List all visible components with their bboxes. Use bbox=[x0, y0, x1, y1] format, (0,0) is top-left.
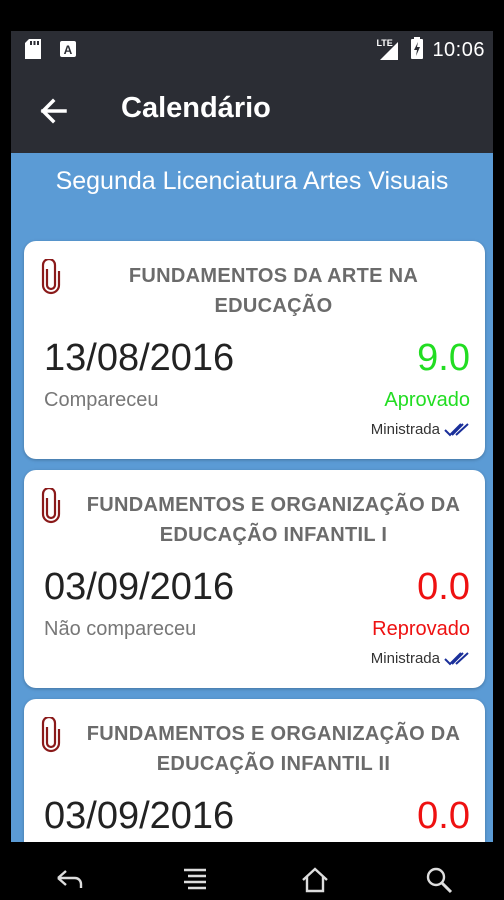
double-check-icon bbox=[444, 651, 469, 665]
paperclip-icon bbox=[41, 717, 61, 753]
paperclip-icon bbox=[41, 488, 61, 524]
double-check-icon bbox=[444, 422, 469, 436]
card-ministrada: Ministrada bbox=[371, 650, 470, 667]
app-bar: Calendário bbox=[11, 67, 493, 153]
nav-search-button[interactable] bbox=[424, 866, 454, 894]
nav-home-button[interactable] bbox=[300, 866, 330, 894]
card-date: 03/09/2016 bbox=[44, 566, 235, 608]
system-nav-bar bbox=[0, 858, 504, 900]
card-status: Aprovado bbox=[384, 389, 470, 411]
nav-back-button[interactable] bbox=[55, 866, 85, 894]
calendar-card[interactable]: FUNDAMENTOS E ORGANIZAÇÃO DA EDUCAÇÃO IN… bbox=[24, 470, 485, 688]
card-attendance: Compareceu bbox=[44, 389, 159, 411]
signal-icon: LTE bbox=[376, 37, 402, 62]
a-notification-icon: A bbox=[59, 39, 77, 59]
network-type: LTE bbox=[376, 37, 393, 48]
ministrada-label: Ministrada bbox=[370, 421, 440, 438]
paperclip-icon bbox=[41, 259, 61, 295]
card-date: 13/08/2016 bbox=[44, 337, 235, 379]
page-title: Calendário bbox=[121, 92, 271, 124]
card-title: FUNDAMENTOS DA ARTE NA EDUCAÇÃO bbox=[128, 265, 419, 317]
card-title: FUNDAMENTOS E ORGANIZAÇÃO DA EDUCAÇÃO IN… bbox=[86, 723, 461, 775]
device-frame-top bbox=[0, 0, 504, 31]
svg-text:A: A bbox=[64, 43, 73, 57]
card-date: 03/09/2016 bbox=[44, 795, 235, 837]
card-grade: 0.0 bbox=[417, 795, 470, 837]
card-grade: 9.0 bbox=[417, 337, 470, 379]
card-attendance: Não compareceu bbox=[44, 618, 197, 640]
nav-menu-button[interactable] bbox=[180, 866, 210, 894]
nav-menu-icon bbox=[184, 868, 206, 890]
ministrada-label: Ministrada bbox=[370, 650, 440, 667]
sd-card-icon bbox=[25, 39, 41, 59]
status-bar: A LTE 10:06 bbox=[11, 31, 493, 67]
calendar-card[interactable]: FUNDAMENTOS DA ARTE NA EDUCAÇÃO 13/08/20… bbox=[24, 241, 485, 459]
status-time: 10:06 bbox=[432, 39, 485, 61]
course-subtitle: Segunda Licenciatura Artes Visuais bbox=[55, 167, 449, 195]
card-title: FUNDAMENTOS E ORGANIZAÇÃO DA EDUCAÇÃO IN… bbox=[86, 494, 461, 546]
arrow-left-icon bbox=[40, 98, 67, 124]
card-grade: 0.0 bbox=[417, 566, 470, 608]
card-status: Reprovado bbox=[372, 618, 470, 640]
nav-back-icon bbox=[57, 870, 83, 888]
nav-search-icon bbox=[426, 867, 453, 894]
back-button[interactable] bbox=[35, 93, 71, 129]
main-content: Segunda Licenciatura Artes Visuais FUNDA… bbox=[11, 153, 493, 842]
calendar-card[interactable]: FUNDAMENTOS E ORGANIZAÇÃO DA EDUCAÇÃO IN… bbox=[24, 699, 485, 842]
nav-home-icon bbox=[302, 867, 328, 893]
card-ministrada: Ministrada bbox=[371, 421, 470, 438]
battery-icon bbox=[410, 37, 424, 64]
